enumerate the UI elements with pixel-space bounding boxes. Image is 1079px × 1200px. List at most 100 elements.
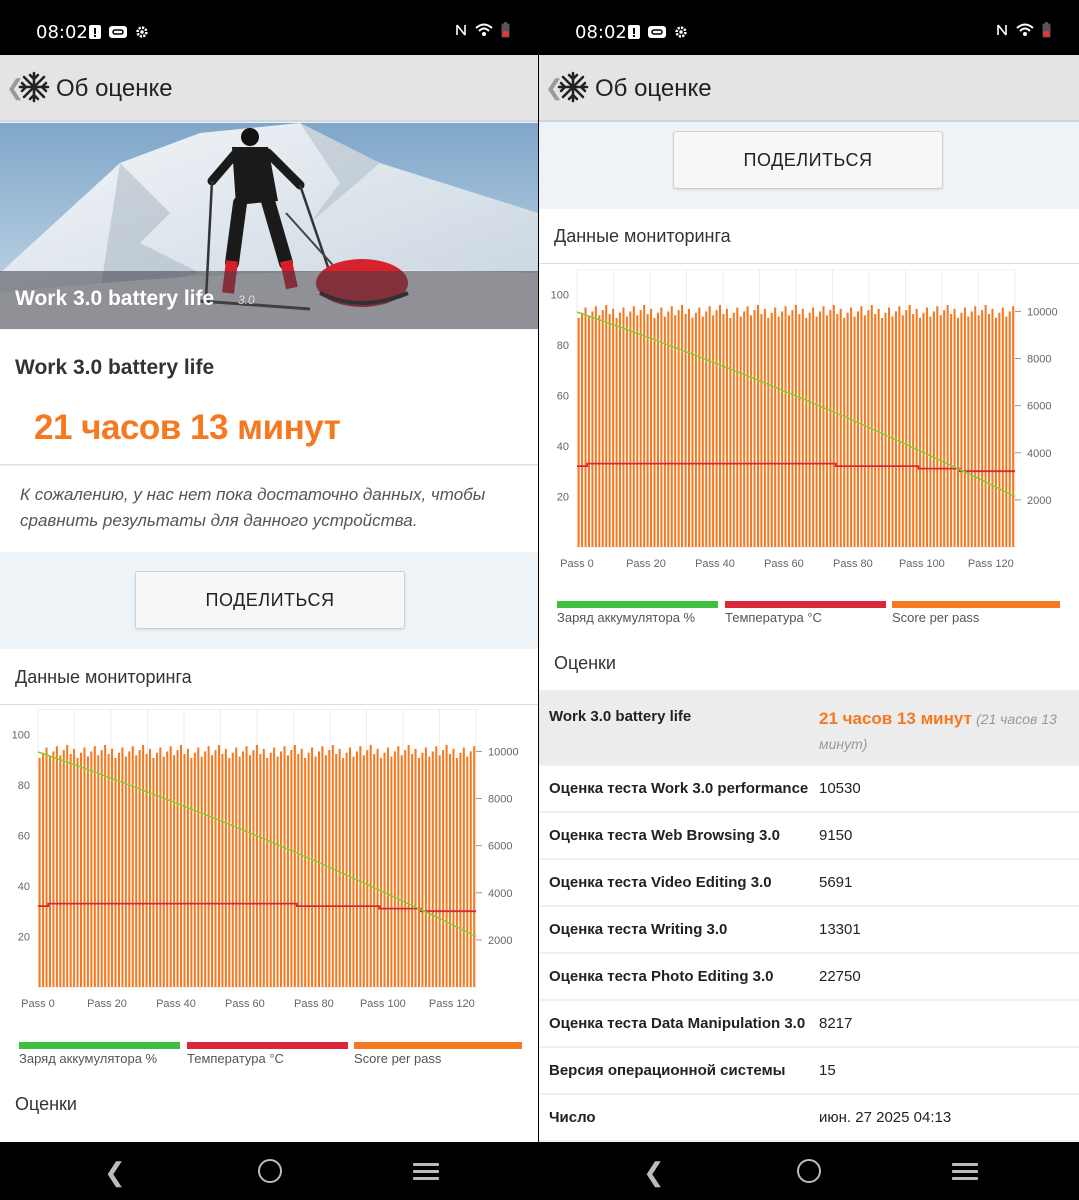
right-screen: 08:02 ❮ Об оценке ПОДЕЛИТЬСЯ Данные мони…: [539, 0, 1079, 1200]
score-bar: [839, 308, 842, 547]
score-bar: [618, 312, 622, 547]
nav-home-icon[interactable]: [797, 1159, 821, 1183]
score-bar: [86, 756, 89, 987]
legend-score: Score per pass: [354, 1051, 442, 1066]
score-bar: [283, 746, 286, 987]
score-bar: [715, 310, 718, 547]
score-bar: [62, 750, 65, 987]
score-bar: [650, 308, 653, 547]
legend-temperature: Температура °C: [725, 610, 822, 625]
score-bar: [970, 311, 973, 547]
y-right-tick: 2000: [488, 935, 512, 947]
link-icon: [648, 26, 666, 38]
legend-temperature: Температура °C: [187, 1051, 284, 1066]
monitoring-chart: 20 40 60 80 100 2000 4000 6000 8000 10000 Pass 0 Pa…: [12, 709, 519, 1010]
score-bar: [732, 312, 735, 547]
score-bar: [352, 756, 355, 987]
nav-back-icon[interactable]: ❮: [643, 1157, 665, 1188]
score-bar: [114, 757, 117, 987]
y-left-tick: 100: [551, 289, 569, 301]
score-bar: [898, 306, 901, 547]
row-label: Оценка теста Photo Editing 3.0: [549, 968, 774, 985]
score-bar: [836, 313, 839, 547]
score-bar: [674, 315, 677, 547]
score-bar: [42, 752, 45, 987]
y-left-tick: 100: [12, 729, 30, 741]
score-bar: [729, 317, 732, 547]
score-bar: [887, 307, 891, 547]
result-card: Work 3.0 battery life 21 часов 13 минут: [0, 330, 538, 464]
x-tick: Pass 60: [225, 998, 265, 1010]
ratings-table: Work 3.0 battery life 21 часов 13 минут (…: [539, 690, 1079, 1142]
score-bar: [946, 304, 949, 547]
score-bar: [162, 756, 165, 987]
score-bar: [936, 306, 939, 547]
nav-back-icon[interactable]: ❮: [104, 1157, 126, 1188]
score-bar: [307, 752, 310, 987]
nav-home-icon[interactable]: [258, 1159, 282, 1183]
row-label: Версия операционной системы: [549, 1062, 786, 1079]
score-bar: [104, 744, 107, 987]
score-bar: [850, 307, 853, 547]
share-button[interactable]: ПОДЕЛИТЬСЯ: [135, 571, 405, 629]
legend-score-swatch: [354, 1042, 522, 1049]
share-button[interactable]: ПОДЕЛИТЬСЯ: [673, 131, 943, 189]
score-bar: [967, 316, 970, 547]
score-bar: [321, 746, 324, 987]
score-bar: [798, 313, 801, 547]
score-bar: [207, 746, 210, 987]
score-bar: [808, 312, 811, 547]
score-bar: [801, 308, 804, 547]
row-label: Оценка теста Work 3.0 performance: [549, 780, 809, 797]
score-bar: [794, 304, 797, 547]
divider: [539, 263, 1079, 264]
score-bar: [280, 751, 283, 987]
score-bar: [183, 753, 186, 987]
y-right-tick: 6000: [488, 841, 512, 853]
row-value: 13301: [819, 921, 861, 938]
legend-battery-swatch: [19, 1042, 180, 1049]
monitoring-title: Данные мониторинга: [15, 667, 192, 687]
table-row: Оценка теста Web Browsing 3.0 9150: [539, 813, 1079, 860]
score-bar: [712, 315, 715, 547]
score-bar: [739, 316, 742, 547]
y-right-tick: 8000: [488, 794, 512, 806]
score-bar: [142, 744, 145, 987]
score-bar: [124, 756, 127, 987]
x-tick: Pass 40: [695, 558, 735, 570]
y-right-tick: 10000: [1027, 306, 1058, 318]
score-bar: [148, 748, 152, 987]
y-left-tick: 20: [18, 931, 30, 943]
score-bar: [83, 747, 86, 987]
score-bar: [97, 755, 100, 987]
score-bar: [767, 317, 770, 547]
score-bar: [400, 755, 403, 987]
score-bar: [629, 311, 632, 547]
score-bar: [455, 757, 458, 987]
score-bar: [131, 746, 134, 987]
score-bar: [691, 317, 694, 547]
score-bar: [462, 747, 465, 987]
score-bar: [929, 316, 932, 547]
x-tick: Pass 100: [360, 998, 406, 1010]
nav-menu-icon[interactable]: [413, 1163, 439, 1181]
score-bar: [155, 752, 158, 987]
score-bar: [328, 750, 331, 987]
score-bar: [856, 311, 860, 547]
score-bar: [698, 307, 701, 547]
table-row: Work 3.0 battery life 21 часов 13 минут (…: [539, 690, 1079, 766]
nav-menu-icon[interactable]: [952, 1163, 978, 1181]
score-bar: [784, 306, 787, 547]
y-left-tick: 60: [557, 390, 569, 402]
score-bar: [159, 747, 162, 987]
score-bar: [211, 755, 214, 987]
score-bar: [877, 308, 880, 547]
y-left-tick: 80: [18, 780, 30, 792]
score-bar: [48, 756, 51, 987]
score-bar: [705, 311, 708, 547]
legend-battery: Заряд аккумулятора %: [19, 1051, 158, 1066]
score-bar: [238, 756, 241, 987]
row-value: 8217: [819, 1015, 853, 1032]
score-bar: [701, 316, 704, 547]
score-bar: [345, 752, 348, 987]
